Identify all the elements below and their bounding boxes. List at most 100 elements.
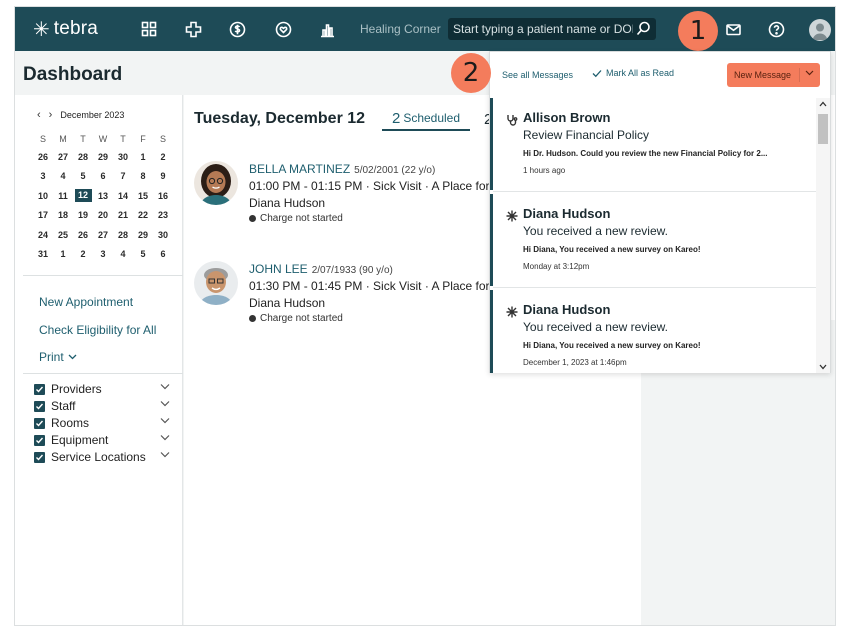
calendar-day[interactable]: 22 (133, 206, 153, 226)
message-sender: Diana Hudson (523, 206, 611, 221)
calendar-day[interactable]: 29 (133, 225, 153, 245)
calendar-day[interactable]: 2 (73, 245, 93, 265)
calendar-day[interactable]: 26 (73, 225, 93, 245)
calendar-day[interactable]: 26 (33, 147, 53, 167)
weekday-label: S (39, 134, 46, 144)
calendar-day[interactable]: 29 (93, 147, 113, 167)
calendar-day[interactable]: 11 (53, 186, 73, 206)
message-item[interactable]: Allison Brown Review Financial Policy Hi… (490, 98, 816, 190)
chevron-left-icon[interactable]: ‹ (37, 109, 41, 121)
heart-shield-icon[interactable] (273, 19, 293, 39)
charge-status: Charge not started (249, 213, 343, 224)
practice-name[interactable]: Healing Corner (360, 22, 441, 36)
badge-marker (835, 202, 836, 214)
dollar-icon[interactable] (227, 19, 247, 39)
mark-all-read-button[interactable]: Mark All as Read (592, 68, 674, 78)
chevron-down-icon[interactable] (160, 400, 170, 407)
medical-cross-icon[interactable] (183, 19, 203, 39)
new-appointment-link[interactable]: New Appointment (39, 295, 133, 309)
calendar-day[interactable]: 27 (53, 147, 73, 167)
user-avatar-icon[interactable] (809, 19, 831, 41)
top-navigation-bar: ✳ tebra Healing Corner 1 (15, 7, 835, 51)
calendar-day[interactable]: 6 (93, 167, 113, 187)
app-window: ✳ tebra Healing Corner 1 (14, 6, 836, 626)
chevron-down-icon[interactable] (160, 451, 170, 458)
calendar-day-selected[interactable]: 12 (73, 186, 93, 206)
filter-rooms[interactable]: Rooms (34, 415, 170, 431)
calendar-day[interactable]: 1 (133, 147, 153, 167)
print-menu[interactable]: Print (39, 350, 77, 364)
filter-providers[interactable]: Providers (34, 381, 170, 397)
calendar-day[interactable]: 16 (153, 186, 173, 206)
patient-name-link[interactable]: JOHN LEE 2/07/1933 (90 y/o) (249, 262, 393, 276)
calendar-day[interactable]: 13 (93, 186, 113, 206)
calendar-day[interactable]: 24 (33, 225, 53, 245)
calendar-day[interactable]: 20 (93, 206, 113, 226)
calendar-day[interactable]: 4 (113, 245, 133, 265)
chevron-down-icon[interactable] (805, 70, 814, 76)
scrollbar-thumb[interactable] (818, 114, 828, 144)
tab-scheduled[interactable]: 2 Scheduled (382, 107, 470, 131)
message-item[interactable]: Diana Hudson You received a new review. … (490, 194, 816, 286)
calendar-day[interactable]: 14 (113, 186, 133, 206)
calendar-day[interactable]: 3 (93, 245, 113, 265)
mail-icon[interactable] (723, 19, 743, 39)
patient-name: JOHN LEE (249, 262, 308, 276)
tebra-logo[interactable]: ✳ tebra (33, 18, 98, 40)
checkbox-checked[interactable] (34, 417, 45, 429)
calendar-day[interactable]: 8 (133, 167, 153, 187)
calendar-day[interactable]: 7 (113, 167, 133, 187)
check-eligibility-link[interactable]: Check Eligibility for All (39, 323, 156, 337)
bar-chart-icon[interactable] (317, 19, 337, 39)
patient-name-link[interactable]: BELLA MARTINEZ 5/02/2001 (22 y/o) (249, 162, 435, 176)
filter-service-locations[interactable]: Service Locations (34, 449, 170, 465)
calendar-day[interactable]: 10 (33, 186, 53, 206)
message-list-scrollbar[interactable] (816, 98, 830, 373)
calendar-day[interactable]: 30 (153, 225, 173, 245)
calendar-day[interactable]: 23 (153, 206, 173, 226)
filter-staff[interactable]: Staff (34, 398, 170, 414)
checkbox-checked[interactable] (34, 400, 45, 412)
checkbox-checked[interactable] (34, 383, 45, 395)
checkbox-checked[interactable] (34, 451, 45, 463)
checkmark-icon (592, 69, 602, 77)
calendar-day[interactable]: 6 (153, 245, 173, 265)
chevron-down-icon[interactable] (160, 383, 170, 390)
search-icon[interactable] (636, 21, 651, 41)
calendar-day[interactable]: 27 (93, 225, 113, 245)
scroll-up-arrow-icon[interactable] (819, 101, 827, 107)
calendar-day[interactable]: 31 (33, 245, 53, 265)
calendar-day[interactable]: 3 (33, 167, 53, 187)
chevron-down-icon[interactable] (160, 417, 170, 424)
help-icon[interactable] (766, 19, 786, 39)
calendar-day[interactable]: 18 (53, 206, 73, 226)
calendar-day[interactable]: 5 (133, 245, 153, 265)
calendar-day[interactable]: 2 (153, 147, 173, 167)
checkbox-checked[interactable] (34, 434, 45, 446)
message-sender: Allison Brown (523, 110, 611, 125)
calendar-day[interactable]: 30 (113, 147, 133, 167)
patient-search-input[interactable] (453, 21, 633, 37)
chevron-right-icon[interactable]: › (49, 109, 53, 121)
scroll-down-arrow-icon[interactable] (819, 364, 827, 370)
patient-search[interactable] (448, 18, 656, 40)
filter-equipment[interactable]: Equipment (34, 432, 170, 448)
calendar-day[interactable]: 5 (73, 167, 93, 187)
message-sender: Diana Hudson (523, 302, 611, 317)
calendar-day[interactable]: 19 (73, 206, 93, 226)
new-message-button[interactable]: New Message (727, 63, 820, 87)
calendar-day[interactable]: 28 (113, 225, 133, 245)
message-item[interactable]: Diana Hudson You received a new review. … (490, 290, 816, 373)
calendar-day[interactable]: 25 (53, 225, 73, 245)
calendar-day[interactable]: 9 (153, 167, 173, 187)
calendar-day[interactable]: 1 (53, 245, 73, 265)
chevron-down-icon[interactable] (160, 434, 170, 441)
see-all-messages-link[interactable]: See all Messages (502, 70, 573, 80)
calendar-day[interactable]: 21 (113, 206, 133, 226)
calendar-day[interactable]: 15 (133, 186, 153, 206)
calendar-day[interactable]: 4 (53, 167, 73, 187)
message-preview: Hi Diana, You received a new survey on K… (523, 341, 701, 350)
dashboard-grid-icon[interactable] (139, 19, 159, 39)
calendar-day[interactable]: 28 (73, 147, 93, 167)
calendar-day[interactable]: 17 (33, 206, 53, 226)
